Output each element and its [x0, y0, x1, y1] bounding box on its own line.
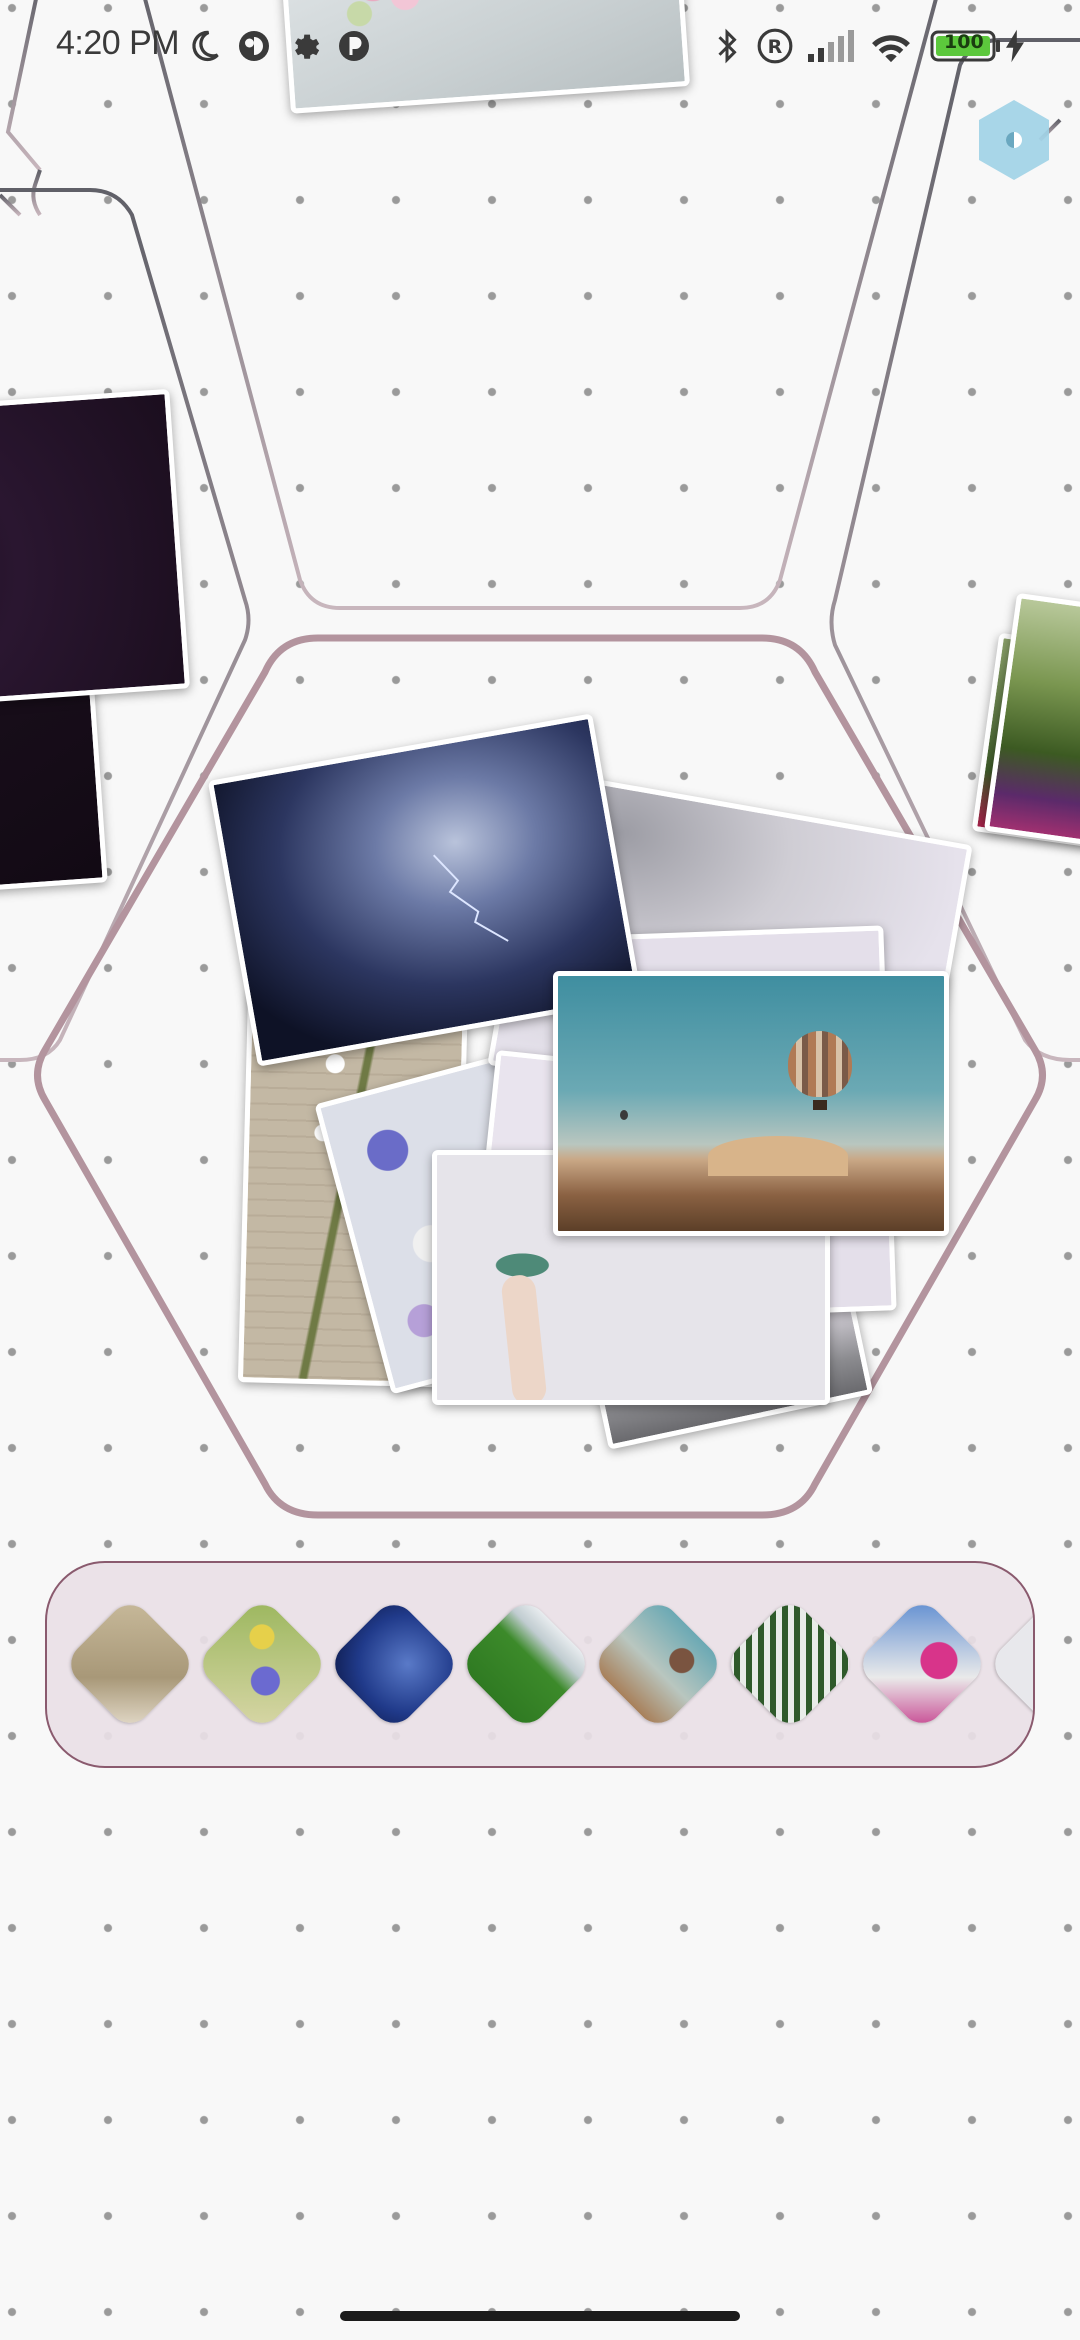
- theme-toggle-button[interactable]: [971, 97, 1057, 183]
- thumbnail-strip[interactable]: [45, 1561, 1035, 1768]
- charging-bolt-icon: [1004, 26, 1026, 66]
- thumbnail-hot-air-balloon[interactable]: [590, 1596, 726, 1732]
- thumbnail-lily-of-the-valley[interactable]: [62, 1596, 198, 1732]
- app-notification-icon-2: [336, 26, 372, 66]
- photo-hot-air-balloon[interactable]: [553, 971, 949, 1236]
- settings-gear-icon: [288, 26, 322, 66]
- signal-icon: [806, 26, 858, 66]
- battery-level: 100: [944, 31, 984, 53]
- thumbnail-night-sky[interactable]: [326, 1596, 462, 1732]
- moon-icon: [186, 26, 222, 66]
- home-indicator[interactable]: [340, 2311, 740, 2321]
- battery-icon: 100: [930, 26, 1002, 66]
- thumbnail-green-meadow[interactable]: [458, 1596, 594, 1732]
- status-bar: 4:20 PM R 100: [0, 0, 1080, 96]
- half-circle-theme-icon: [1006, 132, 1022, 148]
- app-notification-icon: [236, 26, 272, 66]
- balloon-basket: [813, 1100, 827, 1110]
- registered-icon: R: [756, 26, 794, 66]
- balloon: [788, 1031, 852, 1097]
- thumbnail-bougainvillea[interactable]: [854, 1596, 990, 1732]
- thumbnail-fern-leaf[interactable]: [722, 1596, 858, 1732]
- small-balloon: [620, 1110, 628, 1120]
- status-time: 4:20 PM: [56, 24, 180, 62]
- thumbnail-partial[interactable]: [986, 1596, 1033, 1732]
- hex-edge-upper-left-2: [31, 169, 42, 217]
- thumbnail-wildflowers[interactable]: [194, 1596, 330, 1732]
- svg-text:R: R: [768, 36, 783, 58]
- hex-edge-left-inner: [0, 193, 22, 217]
- rock-formation: [708, 1136, 848, 1176]
- wifi-icon: [868, 26, 914, 66]
- bluetooth-icon: [712, 26, 742, 66]
- album-left-photo[interactable]: [0, 388, 191, 712]
